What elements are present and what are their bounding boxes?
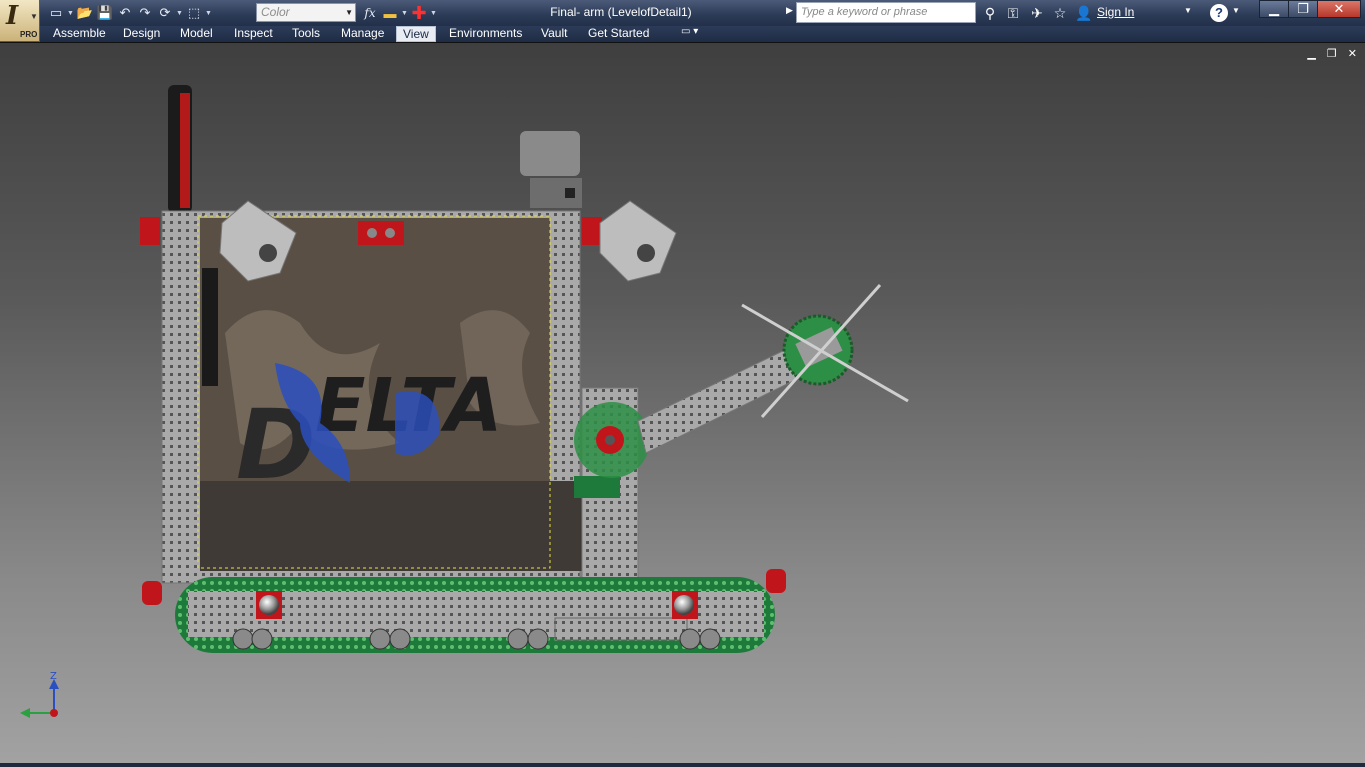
os-taskbar [0,763,1365,767]
ribbon-tab-bar: Assemble Design Model Inspect Tools Mana… [0,26,1365,42]
restore-window-button[interactable]: ❐ [1288,0,1318,18]
sign-in-dropdown-icon[interactable]: ▼ [1184,6,1192,15]
robot-arm[interactable] [637,284,909,454]
close-window-button[interactable]: ✕ [1317,0,1361,18]
tab-vault[interactable]: Vault [541,26,567,42]
select-dropdown-icon[interactable]: ▼ [204,10,213,17]
edition-label: PRO [20,30,38,39]
favorites-star-icon[interactable]: ☆ [1050,3,1070,23]
help-search-input[interactable]: Type a keyword or phrase [796,2,976,23]
open-folder-icon[interactable]: 📂 [75,3,95,23]
arm-tower[interactable] [574,387,650,579]
tab-view[interactable]: View [396,26,436,42]
new-dropdown-icon[interactable]: ▼ [66,10,75,17]
tab-model[interactable]: Model [180,26,213,42]
graphics-viewport[interactable]: ▁ ❐ ✕ D Z [0,42,1365,763]
update-icon[interactable]: ⟳ [155,3,175,23]
view-triad[interactable]: Z [20,671,59,718]
help-icon[interactable]: ? [1210,4,1228,22]
tab-environments[interactable]: Environments [449,26,522,42]
top-sensor[interactable] [520,131,582,208]
parameters-icon[interactable]: fx [360,3,380,23]
update-dropdown-icon[interactable]: ▼ [175,10,184,17]
color-override-combo[interactable]: Color ▼ [256,3,356,22]
right-corner-sensor[interactable] [599,200,677,282]
help-dropdown-icon[interactable]: ▼ [1232,6,1240,15]
subscription-key-icon[interactable]: ⚿ [1003,3,1023,23]
user-icon[interactable]: 👤 [1074,3,1094,23]
new-file-icon[interactable]: ▭ [46,3,66,23]
vertical-post[interactable] [168,85,192,213]
minimize-window-button[interactable]: ▁ [1259,0,1289,18]
save-icon[interactable]: 💾 [95,3,115,23]
communication-center-icon[interactable]: ✈ [1027,3,1047,23]
tab-manage[interactable]: Manage [341,26,384,42]
app-menu-dropdown-icon: ▼ [30,12,38,21]
binoculars-icon[interactable]: ⚲ [980,3,1000,23]
ilogic-icon[interactable]: ✚ [409,3,429,23]
redo-icon[interactable]: ↷ [135,3,155,23]
inventor-logo-icon: I [6,1,19,31]
search-expand-icon[interactable]: ▶ [786,5,793,16]
side-bracket[interactable] [202,268,218,386]
robot-assembly-model[interactable]: D ELTA [0,43,1365,764]
customize-dropdown-icon[interactable]: ▼ [429,10,438,17]
triad-z-label: Z [50,671,57,682]
measure-icon[interactable]: ▬ [380,3,400,23]
color-placeholder: Color [261,5,290,19]
document-title: Final- arm (LevelofDetail1) [550,5,692,19]
title-bar: I ▼ PRO ▭ ▼ 📂 💾 ↶ ↷ ⟳ ▼ ⬚ ▼ Color ▼ fx ▬… [0,0,1365,42]
tab-assemble[interactable]: Assemble [53,26,106,42]
chevron-down-icon: ▼ [345,8,353,17]
tab-design[interactable]: Design [123,26,160,42]
tab-get-started[interactable]: Get Started [588,26,649,42]
tab-tools[interactable]: Tools [292,26,320,42]
select-icon[interactable]: ⬚ [184,3,204,23]
ribbon-display-options-icon[interactable]: ▭ ▾ [681,26,698,37]
undo-icon[interactable]: ↶ [115,3,135,23]
measure-dropdown-icon[interactable]: ▼ [400,10,409,17]
tab-inspect[interactable]: Inspect [234,26,273,42]
application-menu-button[interactable]: I ▼ PRO [0,0,40,42]
sign-in-link[interactable]: Sign In [1097,5,1134,19]
